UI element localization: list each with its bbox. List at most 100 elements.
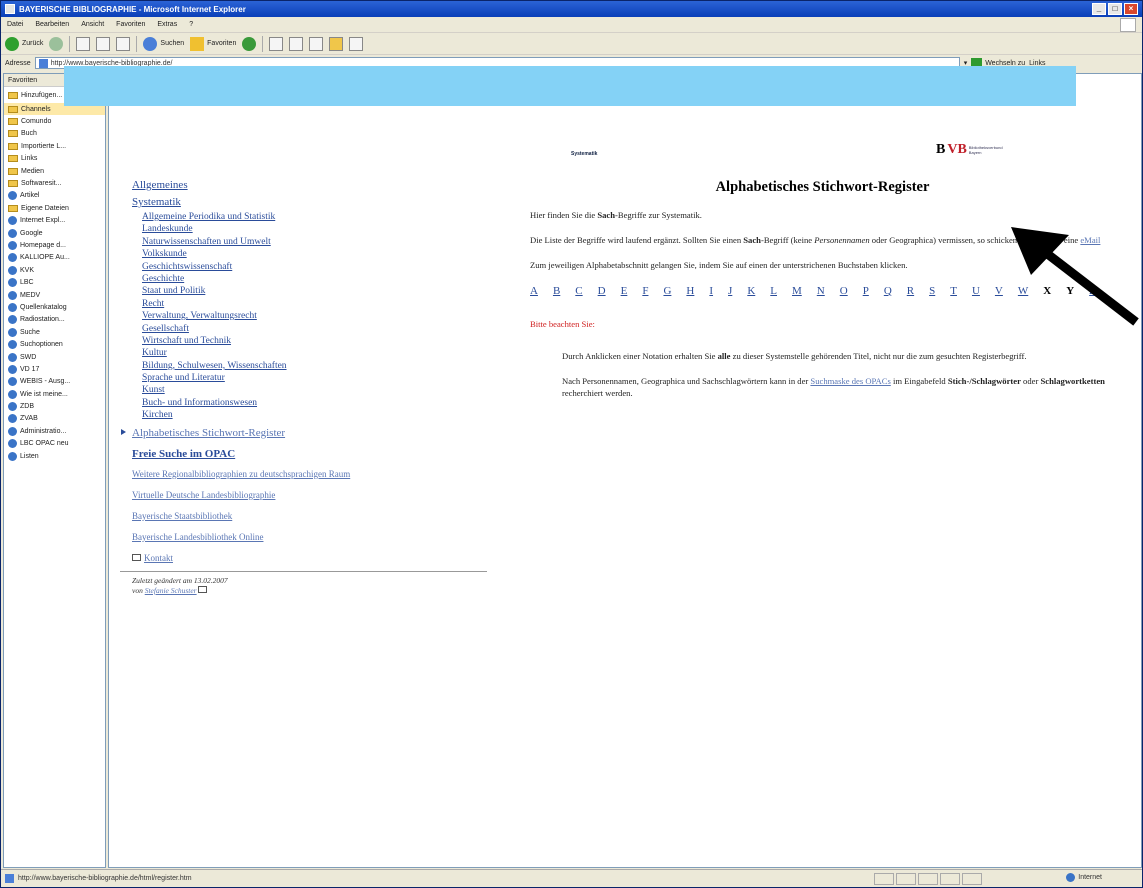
favorite-item[interactable]: Listen [4,450,105,462]
letter-e[interactable]: E [621,284,628,298]
letter-g[interactable]: G [663,284,671,298]
menu-tools[interactable]: Extras [157,21,177,28]
folder-icon[interactable] [329,36,344,51]
letter-a[interactable]: A [530,284,538,298]
letter-n[interactable]: N [817,284,825,298]
favorite-item[interactable]: Medien [4,165,105,177]
back-button[interactable]: Zurück [5,36,43,51]
nav-sub-item[interactable]: Bildung, Schulwesen, Wissenschaften [132,360,502,372]
nav-systematik[interactable]: Systematik [132,194,502,211]
letter-o[interactable]: O [840,284,848,298]
stop-icon[interactable] [76,36,91,51]
favorite-item[interactable]: Links [4,153,105,165]
author-link[interactable]: Stefanie Schuster [145,586,197,595]
search-button[interactable]: Suchen [143,36,184,51]
forward-button[interactable] [49,36,64,51]
minimize-button[interactable]: _ [1092,3,1106,15]
contact-link[interactable]: Kontakt [144,548,173,568]
favorite-item[interactable]: KVK [4,264,105,276]
favorite-item[interactable]: Buch [4,128,105,140]
letter-q[interactable]: Q [884,284,892,298]
favorite-item[interactable]: Softwaresit... [4,177,105,189]
nav-sub-item[interactable]: Wirtschaft und Technik [132,335,502,347]
letter-v[interactable]: V [995,284,1003,298]
favorite-item[interactable]: Suche [4,326,105,338]
bvb-logo[interactable]: B VB Bibliotheksverbund Bayern [936,142,1009,158]
favorite-item[interactable]: VD 17 [4,363,105,375]
favorite-item[interactable]: Administratio... [4,425,105,437]
favorite-item[interactable]: KALLIOPE Au... [4,252,105,264]
history-icon[interactable] [269,36,284,51]
nav-external-link[interactable]: Bayerische Landesbibliothek Online [132,527,502,548]
letter-s[interactable]: S [929,284,935,298]
favorite-item[interactable]: LBC [4,276,105,288]
favorite-item[interactable]: Eigene Dateien [4,202,105,214]
favorite-item[interactable]: Homepage d... [4,239,105,251]
letter-h[interactable]: H [686,284,694,298]
favorite-item[interactable]: LBC OPAC neu [4,438,105,450]
letter-f[interactable]: F [642,284,648,298]
nav-general[interactable]: Allgemeines [132,177,502,194]
favorite-item[interactable]: Internet Expl... [4,215,105,227]
mail-icon[interactable] [289,36,304,51]
nav-sub-item[interactable]: Recht [132,298,502,310]
letter-c[interactable]: C [575,284,582,298]
nav-sub-item[interactable]: Landeskunde [132,223,502,235]
nav-opac-search[interactable]: Freie Suche im OPAC [132,444,502,464]
nav-sub-item[interactable]: Gesellschaft [132,323,502,335]
letter-d[interactable]: D [598,284,606,298]
messenger-icon[interactable] [349,36,364,51]
favorite-item[interactable]: Radiostation... [4,314,105,326]
nav-sub-item[interactable]: Buch- und Informationswesen [132,397,502,409]
home-icon[interactable] [116,36,131,51]
close-button[interactable]: × [1124,3,1138,15]
favorite-item[interactable]: Quellenkatalog [4,301,105,313]
menu-file[interactable]: Datei [7,21,23,28]
favorite-item[interactable]: WEBIS - Ausg... [4,376,105,388]
favorite-item[interactable]: MEDV [4,289,105,301]
nav-sub-item[interactable]: Geschichte [132,273,502,285]
nav-sub-item[interactable]: Naturwissenschaften und Umwelt [132,236,502,248]
author-mail-icon[interactable] [198,585,208,593]
nav-sub-item[interactable]: Volkskunde [132,248,502,260]
letter-j[interactable]: J [728,284,732,298]
print-icon[interactable] [309,36,324,51]
favorite-item[interactable]: Suchoptionen [4,338,105,350]
nav-external-link[interactable]: Bayerische Staatsbibliothek [132,506,502,527]
nav-alpha-register[interactable]: Alphabetisches Stichwort-Register [132,422,502,444]
nav-sub-item[interactable]: Kunst [132,384,502,396]
favorite-item[interactable]: Comundo [4,115,105,127]
refresh-icon[interactable] [96,36,111,51]
letter-l[interactable]: L [770,284,777,298]
favorite-item[interactable]: Importierte L... [4,140,105,152]
letter-t[interactable]: T [950,284,957,298]
menu-edit[interactable]: Bearbeiten [35,21,69,28]
nav-sub-item[interactable]: Kultur [132,347,502,359]
favorite-item[interactable]: ZDB [4,400,105,412]
maximize-button[interactable]: □ [1108,3,1122,15]
letter-k[interactable]: K [747,284,755,298]
nav-sub-item[interactable]: Verwaltung, Verwaltungsrecht [132,310,502,322]
letter-u[interactable]: U [972,284,980,298]
media-icon[interactable] [242,36,257,51]
nav-external-link[interactable]: Weitere Regionalbibliographien zu deutsc… [132,464,502,485]
favorite-item[interactable]: Wie ist meine... [4,388,105,400]
nav-sub-item[interactable]: Staat und Politik [132,285,502,297]
letter-r[interactable]: R [907,284,914,298]
nav-external-link[interactable]: Virtuelle Deutsche Landesbibliographie [132,485,502,506]
nav-sub-item[interactable]: Geschichtswissenschaft [132,261,502,273]
favorite-item[interactable]: ZVAB [4,413,105,425]
letter-i[interactable]: I [709,284,713,298]
menu-favorites[interactable]: Favoriten [116,21,145,28]
nav-sub-item[interactable]: Allgemeine Periodika und Statistik [132,211,502,223]
favorite-item[interactable]: Artikel [4,190,105,202]
menu-view[interactable]: Ansicht [81,21,104,28]
letter-b[interactable]: B [553,284,560,298]
favorite-item[interactable]: Google [4,227,105,239]
favorite-item[interactable]: SWD [4,351,105,363]
letter-m[interactable]: M [792,284,802,298]
letter-p[interactable]: P [863,284,869,298]
nav-sub-item[interactable]: Kirchen [132,409,502,421]
favorites-button[interactable]: Favoriten [190,36,236,51]
opac-search-mask-link[interactable]: Suchmaske des OPACs [810,376,890,386]
